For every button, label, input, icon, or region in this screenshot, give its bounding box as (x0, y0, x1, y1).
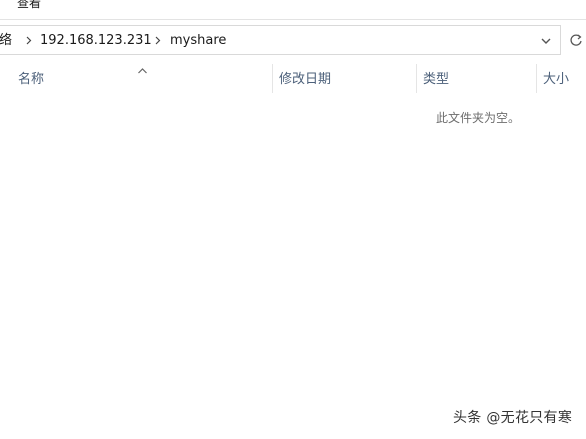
breadcrumb-folder[interactable]: myshare (170, 32, 226, 49)
column-header-row: 名称 修改日期 类型 大小 (0, 56, 586, 96)
chevron-right-icon[interactable] (24, 32, 34, 49)
breadcrumb-network[interactable]: 网络 (0, 32, 12, 49)
ribbon-tab-strip: 查看 (0, 0, 586, 20)
chevron-down-icon[interactable] (536, 33, 556, 49)
empty-folder-message: 此文件夹为空。 (436, 111, 521, 125)
breadcrumb-host[interactable]: 192.168.123.231 (40, 32, 152, 49)
address-bar[interactable]: 网络 192.168.123.231 myshare (0, 25, 561, 55)
watermark: 头条 @无花只有寒 (453, 410, 573, 426)
column-header-name[interactable]: 名称 (18, 71, 44, 88)
ribbon-tab-view[interactable]: 查看 (17, 0, 41, 11)
column-divider[interactable] (536, 64, 537, 93)
sort-ascending-icon (137, 60, 148, 74)
refresh-icon[interactable] (568, 31, 584, 49)
file-explorer-window: 查看 网络 192.168.123.231 myshare 名称 修改日期 (0, 0, 586, 439)
column-header-type[interactable]: 类型 (423, 71, 449, 88)
column-header-size[interactable]: 大小 (543, 71, 569, 88)
address-bar-row: 网络 192.168.123.231 myshare (0, 25, 586, 56)
column-divider[interactable] (272, 64, 273, 93)
column-header-modified[interactable]: 修改日期 (279, 71, 331, 88)
chevron-right-icon[interactable] (153, 32, 163, 49)
column-divider[interactable] (416, 64, 417, 93)
